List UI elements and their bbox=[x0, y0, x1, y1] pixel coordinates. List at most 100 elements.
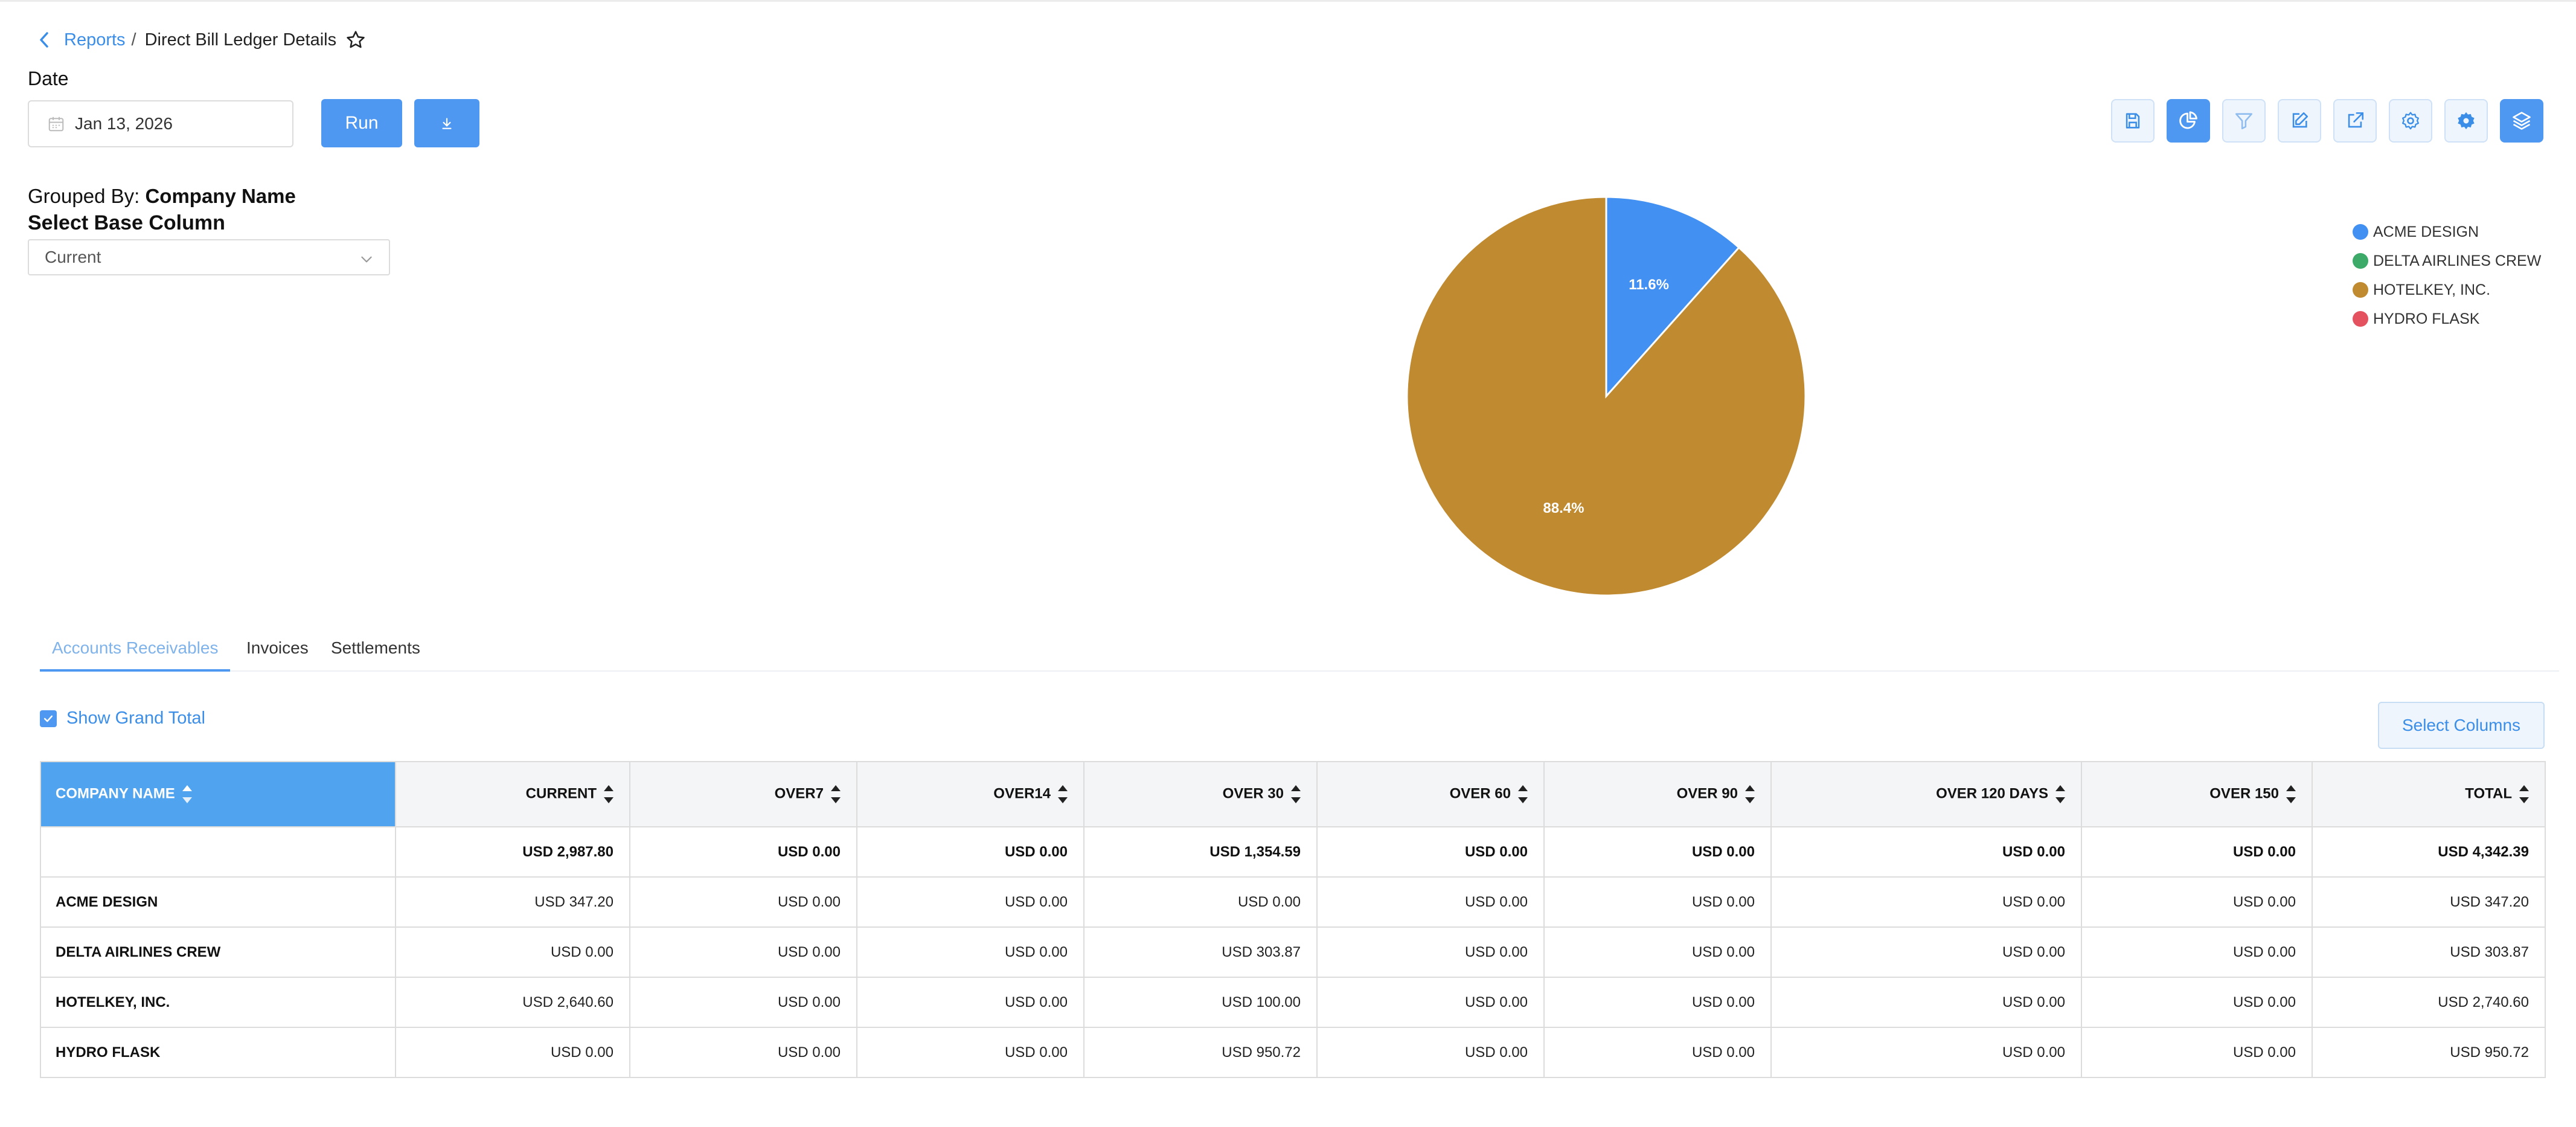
sort-icon[interactable] bbox=[831, 784, 841, 804]
table-cell: USD 0.00 bbox=[1316, 926, 1545, 978]
show-grand-total-checkbox[interactable] bbox=[40, 710, 57, 727]
tab-settlements[interactable]: Settlements bbox=[319, 632, 432, 669]
report-toolbar bbox=[2111, 99, 2543, 143]
sort-icon[interactable] bbox=[604, 784, 614, 804]
column-header-over-60[interactable]: OVER 60 bbox=[1316, 761, 1545, 827]
table-cell: USD 0.00 bbox=[1316, 1027, 1545, 1078]
legend-label: DELTA AIRLINES CREW bbox=[2373, 252, 2542, 269]
date-picker-input[interactable]: Jan 13, 2026 bbox=[28, 100, 293, 147]
sort-icon[interactable] bbox=[182, 784, 192, 804]
advanced-settings-button[interactable] bbox=[2444, 99, 2488, 143]
breadcrumb-reports-link[interactable]: Reports bbox=[64, 30, 126, 50]
table-cell: USD 0.00 bbox=[629, 977, 857, 1028]
base-column-select[interactable]: Current bbox=[28, 239, 390, 275]
table-cell: USD 0.00 bbox=[1316, 977, 1545, 1028]
column-header-over-120-days[interactable]: OVER 120 DAYS bbox=[1770, 761, 2082, 827]
column-header-label: OVER 60 bbox=[1449, 785, 1511, 802]
receivables-table: COMPANY NAME CURRENT OVER7 OVER14 OVER 3… bbox=[40, 761, 2546, 1078]
favorite-star-icon[interactable] bbox=[345, 29, 367, 51]
table-cell: HYDRO FLASK bbox=[40, 1027, 396, 1078]
table-cell: USD 0.00 bbox=[629, 1027, 857, 1078]
filter-icon bbox=[2235, 113, 2253, 130]
date-label: Date bbox=[28, 68, 69, 89]
table-cell: USD 303.87 bbox=[2312, 926, 2546, 978]
run-button[interactable]: Run bbox=[321, 99, 402, 147]
table-cell: USD 0.00 bbox=[629, 876, 857, 928]
column-header-label: OVER 90 bbox=[1676, 785, 1738, 802]
table-cell: USD 0.00 bbox=[1316, 826, 1545, 878]
date-value: Jan 13, 2026 bbox=[75, 114, 173, 133]
export-button[interactable] bbox=[2333, 99, 2377, 143]
column-header-company-name[interactable]: COMPANY NAME bbox=[40, 761, 396, 827]
sort-icon[interactable] bbox=[1518, 784, 1528, 804]
table-header-row: COMPANY NAME CURRENT OVER7 OVER14 OVER 3… bbox=[40, 761, 2546, 827]
column-header-over-30[interactable]: OVER 30 bbox=[1083, 761, 1318, 827]
table-cell bbox=[40, 826, 396, 878]
table-cell: USD 0.00 bbox=[1543, 977, 1772, 1028]
table-cell: USD 303.87 bbox=[1083, 926, 1318, 978]
sort-icon[interactable] bbox=[1745, 784, 1755, 804]
column-header-over-90[interactable]: OVER 90 bbox=[1543, 761, 1772, 827]
sort-icon[interactable] bbox=[2286, 784, 2296, 804]
pie-slice-label: 11.6% bbox=[1629, 277, 1669, 293]
column-header-over14[interactable]: OVER14 bbox=[856, 761, 1085, 827]
grouped-by-label: Grouped By: bbox=[28, 185, 140, 207]
calendar-icon bbox=[48, 117, 64, 132]
legend-label: HOTELKEY, INC. bbox=[2373, 281, 2491, 298]
save-report-button[interactable] bbox=[2111, 99, 2155, 143]
table-cell: USD 950.72 bbox=[2312, 1027, 2546, 1078]
table-cell: USD 0.00 bbox=[1770, 1027, 2082, 1078]
pie-slice[interactable] bbox=[1406, 196, 1806, 596]
column-header-label: OVER 30 bbox=[1222, 785, 1284, 802]
table-row: HOTELKEY, INC. USD 2,640.60 USD 0.00 USD… bbox=[40, 977, 2546, 1028]
column-header-over-150[interactable]: OVER 150 bbox=[2081, 761, 2313, 827]
report-tabs: Accounts Receivables Invoices Settlement… bbox=[40, 628, 2559, 672]
table-cell: HOTELKEY, INC. bbox=[40, 977, 396, 1028]
back-chevron-icon[interactable] bbox=[35, 28, 53, 52]
tab-accounts-receivables[interactable]: Accounts Receivables bbox=[40, 632, 231, 672]
sort-icon[interactable] bbox=[1291, 784, 1301, 804]
column-header-label: TOTAL bbox=[2465, 785, 2512, 802]
legend-item[interactable]: HYDRO FLASK bbox=[2353, 304, 2541, 333]
select-columns-button[interactable]: Select Columns bbox=[2378, 702, 2545, 749]
table-cell: USD 0.00 bbox=[395, 1027, 630, 1078]
sort-icon[interactable] bbox=[2519, 784, 2529, 804]
legend-label: HYDRO FLASK bbox=[2373, 310, 2480, 327]
column-header-total[interactable]: TOTAL bbox=[2312, 761, 2546, 827]
table-cell: USD 0.00 bbox=[1770, 977, 2082, 1028]
table-cell: USD 0.00 bbox=[1770, 926, 2082, 978]
table-cell: USD 0.00 bbox=[2081, 926, 2313, 978]
table-cell: USD 0.00 bbox=[1543, 826, 1772, 878]
legend-item[interactable]: DELTA AIRLINES CREW bbox=[2353, 246, 2541, 275]
legend-item[interactable]: HOTELKEY, INC. bbox=[2353, 275, 2541, 304]
table-cell: USD 2,640.60 bbox=[395, 977, 630, 1028]
table-cell: USD 0.00 bbox=[629, 826, 857, 878]
table-cell: USD 0.00 bbox=[2081, 1027, 2313, 1078]
legend-item[interactable]: ACME DESIGN bbox=[2353, 217, 2541, 246]
table-cell: USD 0.00 bbox=[1083, 876, 1318, 928]
tab-invoices[interactable]: Invoices bbox=[234, 632, 321, 669]
grouped-by-text: Grouped By: Company Name bbox=[28, 185, 296, 208]
legend-dot-icon bbox=[2353, 253, 2368, 269]
page-title: Direct Bill Ledger Details bbox=[144, 30, 337, 50]
filter-button[interactable] bbox=[2222, 99, 2266, 143]
download-button[interactable] bbox=[414, 99, 479, 147]
column-header-over7[interactable]: OVER7 bbox=[629, 761, 857, 827]
sort-icon[interactable] bbox=[2055, 784, 2065, 804]
table-cell: USD 347.20 bbox=[2312, 876, 2546, 928]
settings-button[interactable] bbox=[2389, 99, 2432, 143]
legend-dot-icon bbox=[2353, 224, 2368, 240]
show-grand-total-toggle[interactable]: Show Grand Total bbox=[40, 708, 205, 728]
select-base-column-label: Select Base Column bbox=[28, 211, 225, 234]
table-cell: USD 0.00 bbox=[2081, 977, 2313, 1028]
breadcrumb-separator: / bbox=[131, 30, 136, 50]
column-header-current[interactable]: CURRENT bbox=[395, 761, 630, 827]
edit-button[interactable] bbox=[2278, 99, 2321, 143]
sort-icon[interactable] bbox=[1058, 784, 1068, 804]
layers-button[interactable] bbox=[2500, 99, 2543, 143]
table-cell: USD 0.00 bbox=[856, 977, 1085, 1028]
table-cell: USD 0.00 bbox=[856, 1027, 1085, 1078]
chart-view-button[interactable] bbox=[2167, 99, 2210, 143]
table-cell: USD 0.00 bbox=[1770, 876, 2082, 928]
table-cell: USD 2,740.60 bbox=[2312, 977, 2546, 1028]
